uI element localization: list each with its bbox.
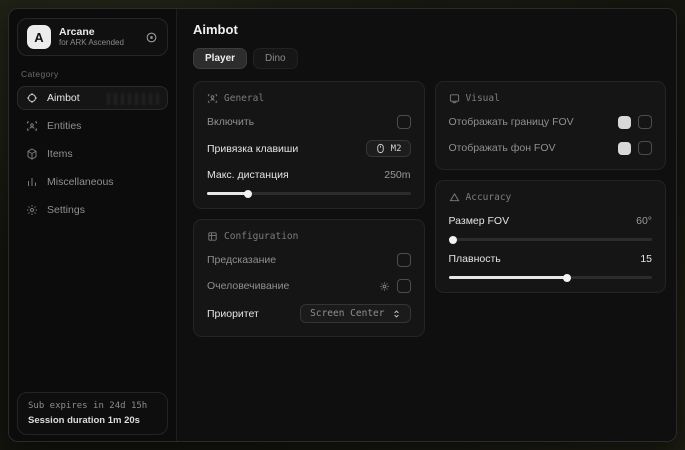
humanization-settings-icon[interactable] [379, 281, 390, 292]
eye-icon [449, 93, 460, 104]
sidebar-item-label: Miscellaneous [47, 176, 114, 188]
mouse-icon [375, 143, 386, 154]
target-icon[interactable] [145, 31, 158, 44]
priority-label: Приоритет [207, 308, 259, 320]
fov-size-slider[interactable] [449, 238, 653, 241]
sidebar-nav: Aimbot Entities Items [17, 86, 168, 222]
keybind-label: Привязка клавиши [207, 143, 298, 155]
smoothness-label: Плавность [449, 253, 501, 265]
main-panel: Aimbot Player Dino General [177, 9, 676, 441]
subscription-info: Sub expires in 24d 15h Session duration … [17, 392, 168, 435]
sidebar-header: A Arcane for ARK Ascended [17, 18, 168, 56]
sidebar-item-label: Settings [47, 204, 85, 216]
fov-bg-checkbox[interactable] [638, 141, 652, 155]
tab-player[interactable]: Player [193, 48, 247, 69]
distance-label: Макс. дистанция [207, 169, 289, 181]
chevron-up-down-icon [392, 309, 401, 319]
scan-person-icon [26, 120, 38, 132]
smoothness-slider[interactable] [449, 276, 653, 279]
humanization-checkbox[interactable] [397, 279, 411, 293]
page-title: Aimbot [193, 22, 666, 37]
fov-border-color-swatch[interactable] [618, 116, 631, 129]
sidebar-item-entities[interactable]: Entities [17, 114, 168, 138]
arcane-logo: A [27, 25, 51, 49]
section-title: Accuracy [466, 192, 512, 203]
distance-value: 250m [384, 169, 410, 181]
sidebar-item-label: Entities [47, 120, 81, 132]
sidebar-item-aimbot[interactable]: Aimbot [17, 86, 168, 110]
sub-expires-text: Sub expires in 24d 15h [28, 401, 157, 411]
tab-dino[interactable]: Dino [253, 48, 298, 69]
sidebar-item-settings[interactable]: Settings [17, 198, 168, 222]
fov-border-checkbox[interactable] [638, 115, 652, 129]
person-target-icon [207, 93, 218, 104]
enable-label: Включить [207, 116, 254, 128]
bars-icon [26, 176, 38, 188]
active-item-watermark [107, 93, 159, 105]
distance-slider[interactable] [207, 192, 411, 195]
category-label: Category [21, 69, 164, 79]
sidebar-item-miscellaneous[interactable]: Miscellaneous [17, 170, 168, 194]
gear-icon [26, 204, 38, 216]
fov-size-value: 60° [636, 215, 652, 227]
app-title: Arcane [59, 26, 124, 38]
cube-icon [26, 148, 38, 160]
box-icon [207, 231, 218, 242]
fov-border-label: Отображать границу FOV [449, 116, 574, 128]
section-title: Configuration [224, 231, 298, 242]
accuracy-card: Accuracy Размер FOV 60° Плавность 15 [435, 180, 667, 293]
configuration-card: Configuration Предсказание Очеловечивани… [193, 219, 425, 337]
section-title: Visual [466, 93, 500, 104]
fov-bg-label: Отображать фон FOV [449, 142, 556, 154]
enable-checkbox[interactable] [397, 115, 411, 129]
app-subtitle: for ARK Ascended [59, 38, 124, 47]
prediction-checkbox[interactable] [397, 253, 411, 267]
fov-bg-color-swatch[interactable] [618, 142, 631, 155]
sidebar-item-label: Items [47, 148, 73, 160]
session-duration-text: Session duration 1m 20s [28, 415, 157, 426]
sidebar-item-label: Aimbot [47, 92, 80, 104]
priority-dropdown[interactable]: Screen Center [300, 304, 410, 323]
arcane-menu-window: A Arcane for ARK Ascended Category Aimbo… [8, 8, 677, 442]
sidebar-item-items[interactable]: Items [17, 142, 168, 166]
tab-bar: Player Dino [193, 48, 666, 69]
smoothness-value: 15 [640, 253, 652, 265]
general-card: General Включить Привязка клавиши [193, 81, 425, 209]
fov-size-label: Размер FOV [449, 215, 510, 227]
sidebar: A Arcane for ARK Ascended Category Aimbo… [9, 9, 177, 441]
section-title: General [224, 93, 264, 104]
triangle-icon [449, 192, 460, 203]
crosshair-icon [26, 92, 38, 104]
keybind-button[interactable]: M2 [366, 140, 411, 157]
prediction-label: Предсказание [207, 254, 276, 266]
humanization-label: Очеловечивание [207, 280, 289, 292]
visual-card: Visual Отображать границу FOV Отображать… [435, 81, 667, 170]
